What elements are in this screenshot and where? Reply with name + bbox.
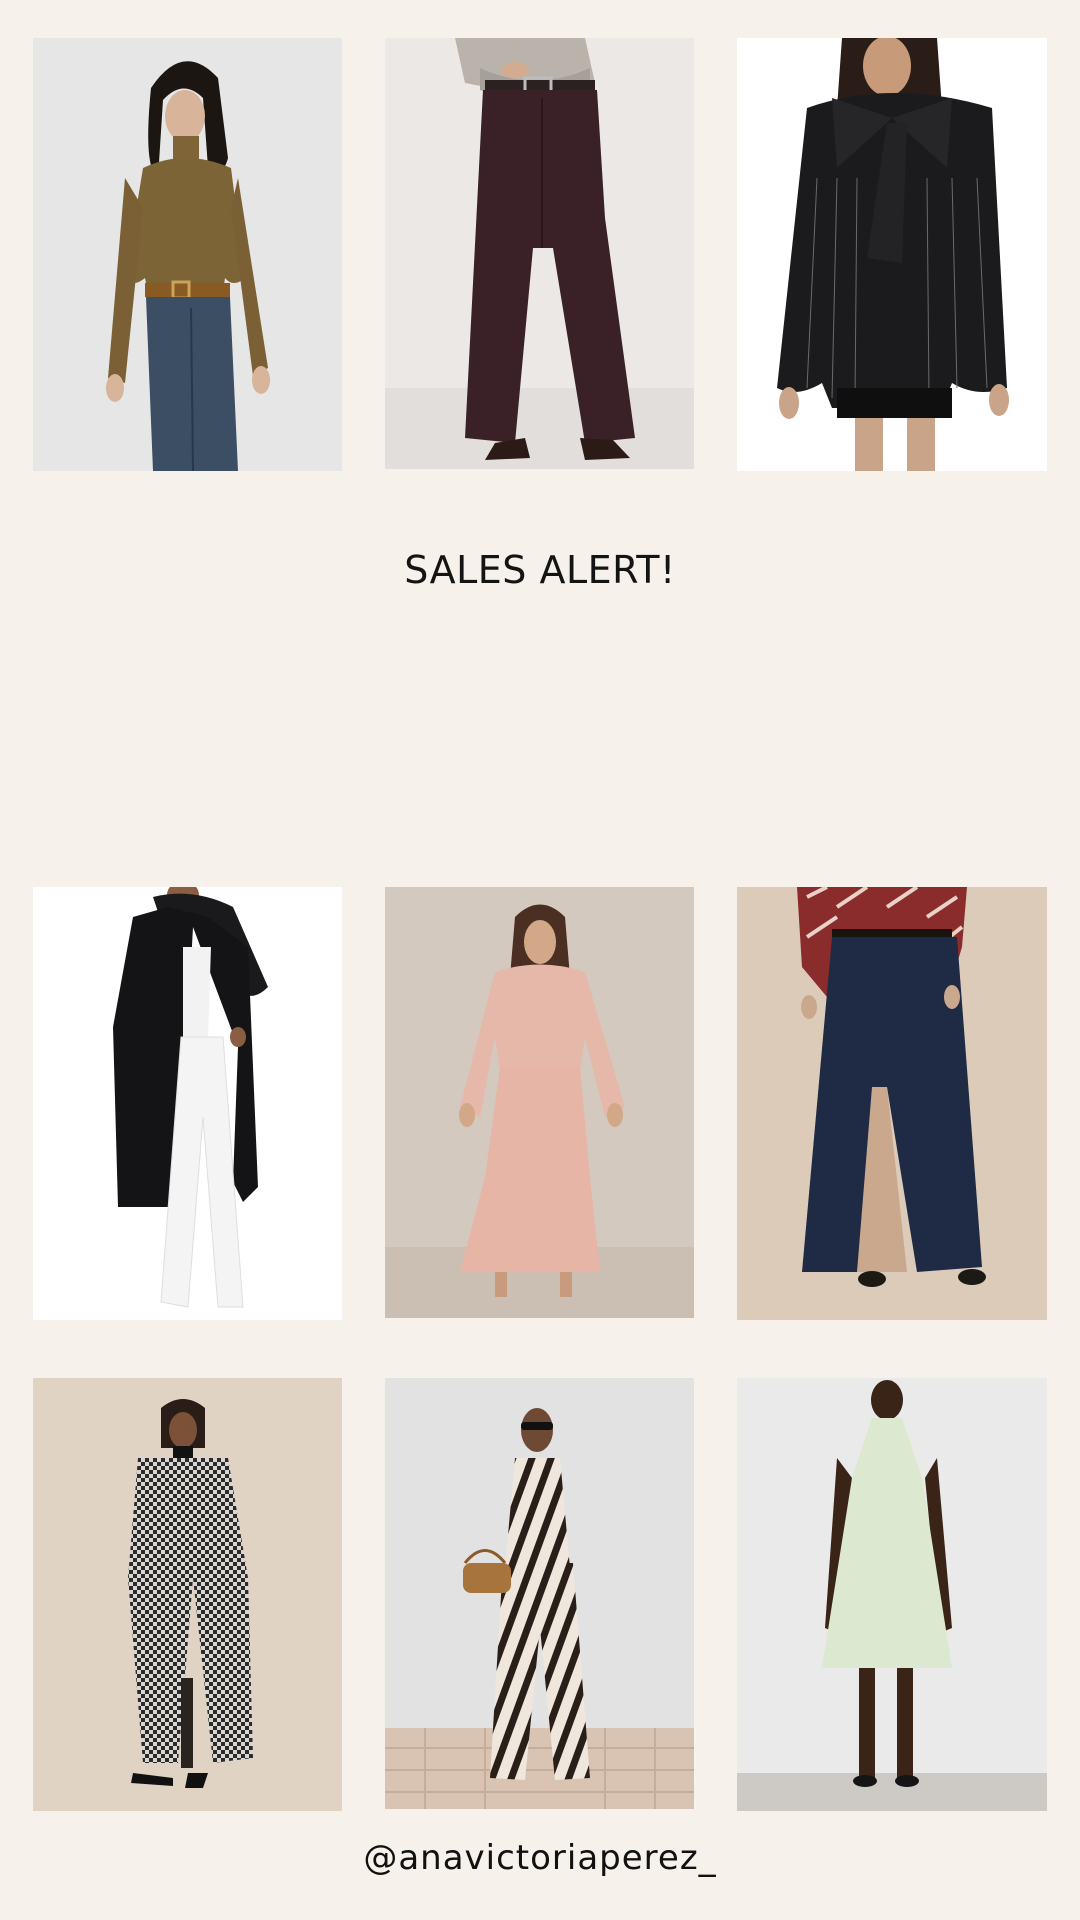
product-image-houndstooth-coat[interactable]	[33, 1378, 342, 1811]
product-image-brown-turtleneck[interactable]	[33, 38, 342, 471]
model-photo-illustration	[33, 887, 342, 1320]
sales-alert-headline: SALES ALERT!	[404, 548, 676, 592]
product-image-denim-maxi-skirt[interactable]	[737, 887, 1047, 1320]
model-photo-illustration	[737, 1378, 1047, 1811]
model-photo-illustration	[385, 38, 694, 469]
model-photo-illustration	[385, 1378, 694, 1809]
product-image-zebra-print-set[interactable]	[385, 1378, 694, 1809]
product-image-corduroy-flare-pants[interactable]	[385, 38, 694, 469]
product-image-blush-satin-set[interactable]	[385, 887, 694, 1318]
social-handle: @anavictoriaperez_	[363, 1838, 717, 1878]
product-image-pinstripe-bow-blazer[interactable]	[737, 38, 1047, 471]
model-photo-illustration	[737, 887, 1047, 1320]
product-image-mint-halter-dress[interactable]	[737, 1378, 1047, 1811]
product-image-black-wool-coat[interactable]	[33, 887, 342, 1320]
model-photo-illustration	[33, 1378, 342, 1811]
model-photo-illustration	[385, 887, 694, 1318]
model-photo-illustration	[33, 38, 342, 471]
model-photo-illustration	[737, 38, 1047, 471]
